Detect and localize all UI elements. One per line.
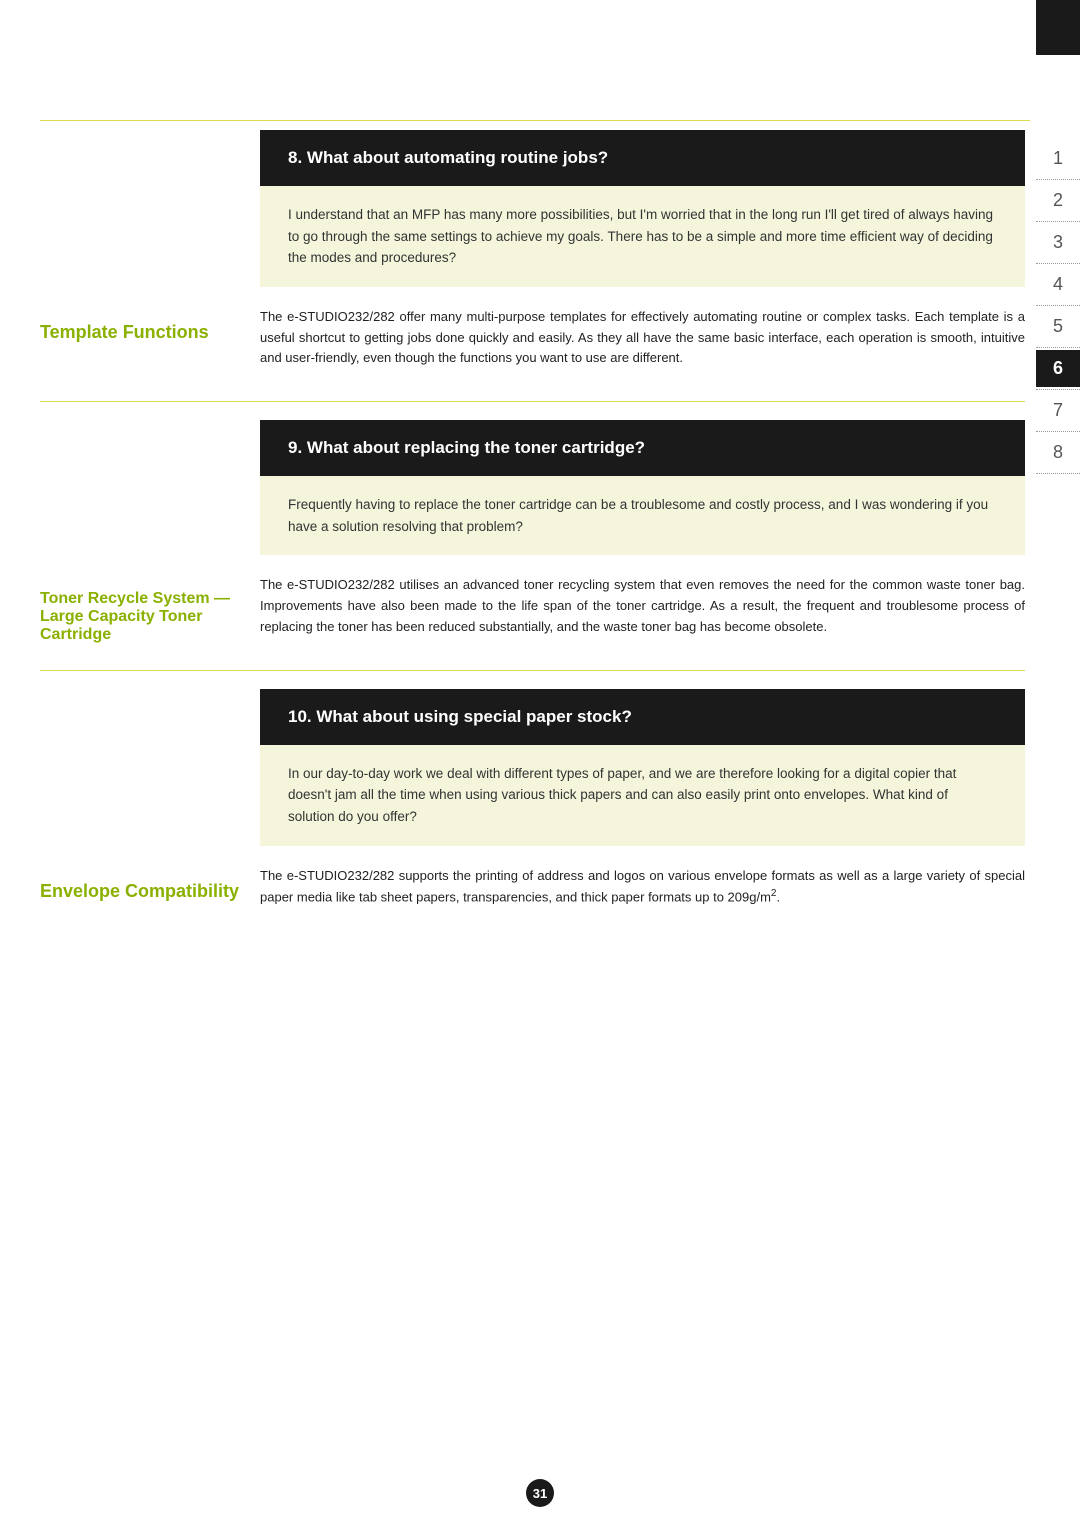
tab-number-8: 8 — [1036, 434, 1080, 471]
answer-box-8: I understand that an MFP has many more p… — [260, 186, 1025, 287]
q10-left-col — [40, 689, 260, 866]
tab-dots-7 — [1036, 431, 1080, 432]
q9-row: 9. What about replacing the toner cartri… — [40, 420, 1025, 575]
nav-tab-8[interactable]: 8 — [1036, 434, 1080, 476]
tab-number-4: 4 — [1036, 266, 1080, 303]
tab-number-7: 7 — [1036, 392, 1080, 429]
divider-2 — [40, 670, 1025, 671]
question-10-text: 10. What about using special paper stock… — [288, 707, 632, 726]
envelope-compat-label-col: Envelope Compatibility — [40, 866, 260, 929]
question-box-10: 10. What about using special paper stock… — [260, 689, 1025, 745]
question-9-text: 9. What about replacing the toner cartri… — [288, 438, 645, 457]
template-functions-heading: Template Functions — [40, 322, 240, 343]
envelope-compat-heading: Envelope Compatibility — [40, 881, 240, 902]
tab-number-2: 2 — [1036, 182, 1080, 219]
nav-tab-7[interactable]: 7 — [1036, 392, 1080, 434]
answer-box-9: Frequently having to replace the toner c… — [260, 476, 1025, 555]
top-decorative-line — [40, 120, 1030, 121]
nav-tab-3[interactable]: 3 — [1036, 224, 1080, 266]
tab-dots-1 — [1036, 179, 1080, 180]
template-functions-content: The e-STUDIO232/282 offer many multi-pur… — [260, 307, 1025, 389]
tab-number-5: 5 — [1036, 308, 1080, 345]
envelope-compat-body: The e-STUDIO232/282 supports the printin… — [260, 866, 1025, 909]
envelope-compat-content: The e-STUDIO232/282 supports the printin… — [260, 866, 1025, 929]
nav-tab-4[interactable]: 4 — [1036, 266, 1080, 308]
template-functions-row: Template Functions The e-STUDIO232/282 o… — [40, 307, 1025, 389]
nav-tab-5[interactable]: 5 — [1036, 308, 1080, 350]
tab-number-3: 3 — [1036, 224, 1080, 261]
tab-dots-4 — [1036, 305, 1080, 306]
toner-recycle-content: The e-STUDIO232/282 utilises an advanced… — [260, 575, 1025, 657]
template-functions-label-col: Template Functions — [40, 307, 260, 389]
nav-tab-2[interactable]: 2 — [1036, 182, 1080, 224]
tab-number-1: 1 — [1036, 140, 1080, 177]
nav-tab-1[interactable]: 1 — [1036, 140, 1080, 182]
q8-row: 8. What about automating routine jobs? I… — [40, 130, 1025, 307]
question-box-8: 8. What about automating routine jobs? — [260, 130, 1025, 186]
envelope-compat-row: Envelope Compatibility The e-STUDIO232/2… — [40, 866, 1025, 929]
answer-box-10: In our day-to-day work we deal with diff… — [260, 745, 1025, 846]
page-container: 1 2 3 4 5 6 7 8 — [0, 0, 1080, 1527]
divider-1 — [40, 401, 1025, 402]
answer-8-text: I understand that an MFP has many more p… — [288, 207, 993, 265]
toner-recycle-label-col: Toner Recycle System — Large Capacity To… — [40, 575, 260, 657]
tab-dots-6 — [1036, 389, 1080, 390]
question-box-9: 9. What about replacing the toner cartri… — [260, 420, 1025, 476]
tab-dots-3 — [1036, 263, 1080, 264]
answer-10-text: In our day-to-day work we deal with diff… — [288, 766, 956, 824]
main-content: 8. What about automating routine jobs? I… — [40, 130, 1025, 1467]
q10-content: 10. What about using special paper stock… — [260, 689, 1025, 866]
tab-number-6: 6 — [1036, 350, 1080, 387]
tab-dots-5 — [1036, 347, 1080, 348]
q9-content: 9. What about replacing the toner cartri… — [260, 420, 1025, 575]
q9-left-col — [40, 420, 260, 575]
toner-recycle-row: Toner Recycle System — Large Capacity To… — [40, 575, 1025, 657]
black-square-top — [1036, 0, 1080, 55]
answer-9-text: Frequently having to replace the toner c… — [288, 497, 988, 534]
tab-dots-8 — [1036, 473, 1080, 474]
nav-tab-6[interactable]: 6 — [1036, 350, 1080, 392]
question-8-text: 8. What about automating routine jobs? — [288, 148, 608, 167]
q10-row: 10. What about using special paper stock… — [40, 689, 1025, 866]
nav-tabs: 1 2 3 4 5 6 7 8 — [1036, 140, 1080, 476]
template-functions-body: The e-STUDIO232/282 offer many multi-pur… — [260, 307, 1025, 369]
toner-recycle-heading: Toner Recycle System — Large Capacity To… — [40, 590, 240, 644]
q8-content: 8. What about automating routine jobs? I… — [260, 130, 1025, 307]
tab-dots-2 — [1036, 221, 1080, 222]
q8-left-col — [40, 130, 260, 307]
page-number: 31 — [526, 1479, 554, 1507]
toner-recycle-body: The e-STUDIO232/282 utilises an advanced… — [260, 575, 1025, 637]
